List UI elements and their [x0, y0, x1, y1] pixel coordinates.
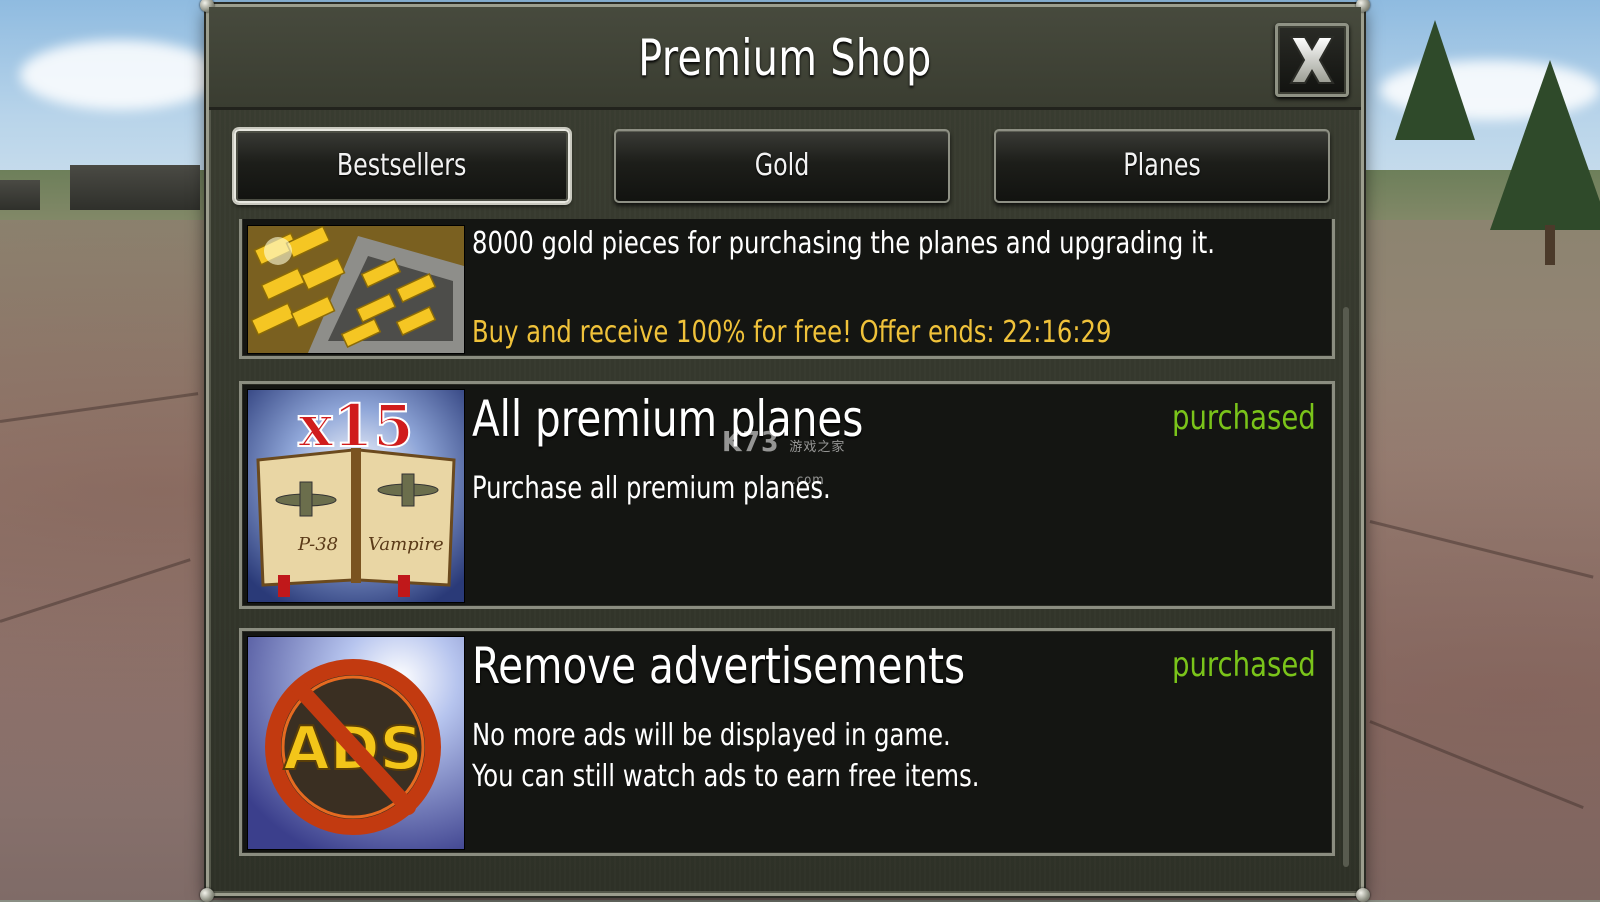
purchased-status-label: purchased [1172, 398, 1316, 438]
close-icon [1289, 36, 1335, 84]
watermark-sub: 游戏之家 [789, 440, 846, 455]
plane-name-label: Vampire [368, 534, 444, 555]
watermark-domain: .com [792, 473, 825, 488]
tree-trunk [1545, 225, 1555, 265]
tab-label: Bestsellers [337, 148, 467, 183]
shop-item-gold-offer[interactable]: 8000 gold pieces for purchasing the plan… [239, 219, 1335, 359]
tab-gold[interactable]: Gold [614, 129, 950, 203]
watermark: K73 游戏之家 .com [722, 425, 845, 491]
item-description-line: No more ads will be displayed in game. [472, 718, 951, 753]
shop-item-premium-planes[interactable]: P-38 Vampire x15 All premium planes Purc… [239, 381, 1335, 609]
item-description-line: You can still watch ads to earn free ite… [472, 759, 980, 794]
no-ads-icon: ADS [247, 636, 465, 850]
shop-items-list[interactable]: 8000 gold pieces for purchasing the plan… [239, 219, 1335, 887]
list-scrollbar[interactable] [1343, 307, 1349, 867]
shop-item-remove-ads[interactable]: ADS Remove advertisements No more ads wi… [239, 628, 1335, 856]
item-title: Remove advertisements [472, 637, 966, 695]
tab-label: Gold [754, 148, 810, 183]
dialog-title: Premium Shop [638, 29, 932, 87]
plane-name-label: P-38 [297, 534, 338, 555]
badge-multiplier: x15 [298, 392, 413, 460]
purchased-status-label: purchased [1172, 645, 1316, 685]
gold-bars-icon [247, 225, 465, 354]
item-description: 8000 gold pieces for purchasing the plan… [472, 226, 1215, 261]
cloud [20, 40, 220, 110]
tab-planes[interactable]: Planes [994, 129, 1330, 203]
title-bar: Premium Shop [209, 7, 1361, 110]
hangar [0, 180, 40, 210]
hangar [70, 165, 200, 210]
pine-tree [1395, 20, 1475, 140]
item-offer-text: Buy and receive 100% for free! Offer end… [472, 315, 1112, 350]
premium-planes-book-icon: P-38 Vampire x15 [247, 389, 465, 603]
close-button[interactable] [1275, 23, 1349, 97]
watermark-main: K73 [722, 425, 780, 458]
tab-bestsellers[interactable]: Bestsellers [234, 129, 570, 203]
tab-label: Planes [1123, 148, 1201, 183]
pine-tree [1490, 60, 1600, 230]
